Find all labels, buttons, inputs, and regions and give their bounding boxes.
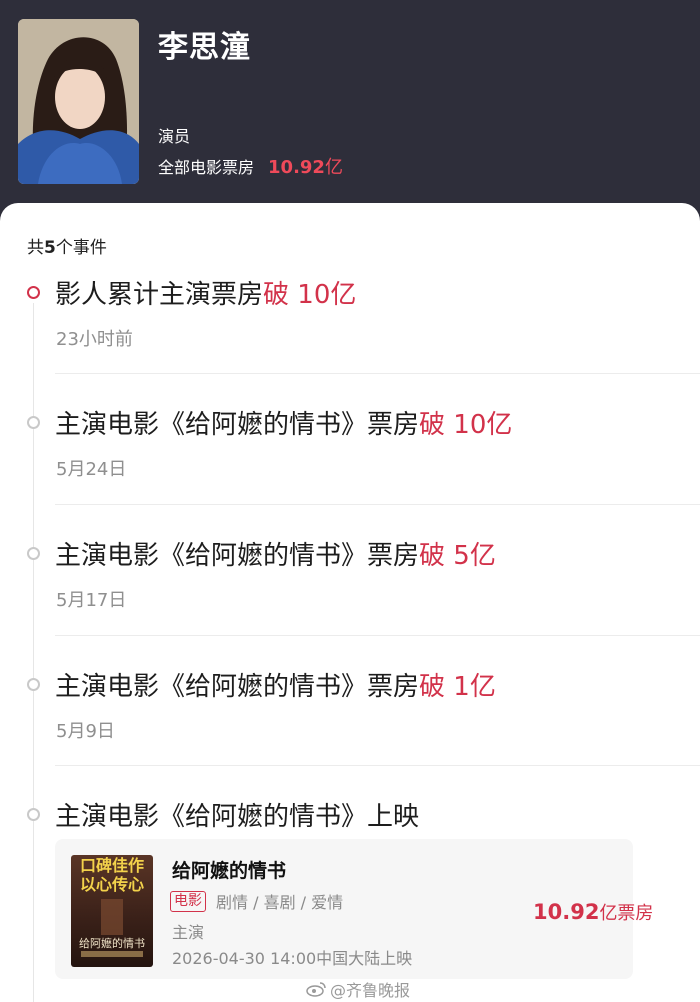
total-box-office-label: 全部电影票房 — [158, 158, 255, 177]
timeline-dot-icon — [27, 416, 40, 429]
event-title-text: 主演电影《给阿嬷的情书》票房 — [55, 410, 420, 440]
events-count-suffix: 个事件 — [55, 238, 107, 258]
movie-box-office-unit: 亿票房 — [599, 903, 654, 924]
watermark: @齐鲁晚报 — [306, 977, 410, 1001]
movie-title[interactable]: 给阿嬷的情书 — [172, 856, 286, 883]
divider — [55, 765, 700, 766]
event-title-text: 主演电影《给阿嬷的情书》票房 — [55, 672, 420, 702]
events-count-prefix: 共 — [27, 238, 44, 258]
avatar[interactable] — [18, 19, 139, 184]
event-title-text: 主演电影《给阿嬷的情书》票房 — [55, 541, 420, 571]
poster-title: 给阿嬷的情书 — [79, 937, 145, 950]
event-title: 主演电影《给阿嬷的情书》上映 — [55, 796, 419, 833]
event-date: 23小时前 — [56, 329, 133, 350]
event-date: 5月17日 — [56, 590, 127, 611]
event-title: 主演电影《给阿嬷的情书》票房破 1亿 — [55, 666, 496, 703]
movie-release: 2026-04-30 14:00中国大陆上映 — [172, 949, 413, 968]
divider — [55, 373, 700, 374]
events-panel: 共5个事件 影人累计主演票房破 10亿 23小时前 主演电影《给阿嬷的情书》票房… — [0, 203, 700, 1002]
event-highlight: 破 5亿 — [419, 541, 496, 571]
weibo-icon — [306, 982, 326, 997]
event-date: 5月9日 — [56, 721, 115, 742]
movie-tags: 电影 剧情 / 喜剧 / 爱情 — [170, 889, 343, 913]
event-date: 5月24日 — [56, 459, 127, 480]
event-highlight: 破 10亿 — [419, 410, 513, 440]
event-title-text: 影人累计主演票房 — [55, 280, 264, 310]
event-title-text: 主演电影《给阿嬷的情书》上映 — [55, 802, 420, 832]
movie-poster[interactable]: 口碑佳作以心传心 给阿嬷的情书 — [71, 855, 153, 967]
events-count: 共5个事件 — [27, 233, 107, 258]
movie-box-office-amount: 10.92 — [533, 900, 600, 924]
timeline-dot-icon — [27, 808, 40, 821]
divider — [55, 504, 700, 505]
total-box-office: 全部电影票房 10.92 亿 — [158, 153, 343, 179]
event-title: 影人累计主演票房破 10亿 — [55, 274, 356, 311]
divider — [55, 635, 700, 636]
event-highlight: 破 1亿 — [419, 672, 496, 702]
movie-box-office: 10.92 亿票房 — [533, 899, 653, 925]
timeline-dot-active-icon — [27, 286, 40, 299]
event-highlight: 破 10亿 — [263, 280, 357, 310]
events-count-number: 5 — [44, 238, 56, 258]
profile-header: 李思潼 演员 全部电影票房 10.92 亿 — [0, 0, 700, 215]
actor-name: 李思潼 — [158, 30, 251, 65]
timeline-dot-icon — [27, 547, 40, 560]
timeline-dot-icon — [27, 678, 40, 691]
movie-role: 主演 — [172, 923, 205, 942]
total-box-office-amount: 10.92 — [268, 157, 325, 178]
watermark-text: @齐鲁晚报 — [330, 981, 411, 1000]
timeline-line — [33, 303, 34, 1002]
event-title: 主演电影《给阿嬷的情书》票房破 5亿 — [55, 535, 496, 572]
movie-genres: 剧情 / 喜剧 / 爱情 — [216, 893, 344, 912]
actor-role: 演员 — [158, 127, 191, 146]
event-title: 主演电影《给阿嬷的情书》票房破 10亿 — [55, 404, 512, 441]
movie-type-badge: 电影 — [170, 890, 206, 912]
total-box-office-unit: 亿 — [324, 157, 343, 178]
movie-card[interactable]: 口碑佳作以心传心 给阿嬷的情书 给阿嬷的情书 电影 剧情 / 喜剧 / 爱情 主… — [55, 839, 653, 979]
